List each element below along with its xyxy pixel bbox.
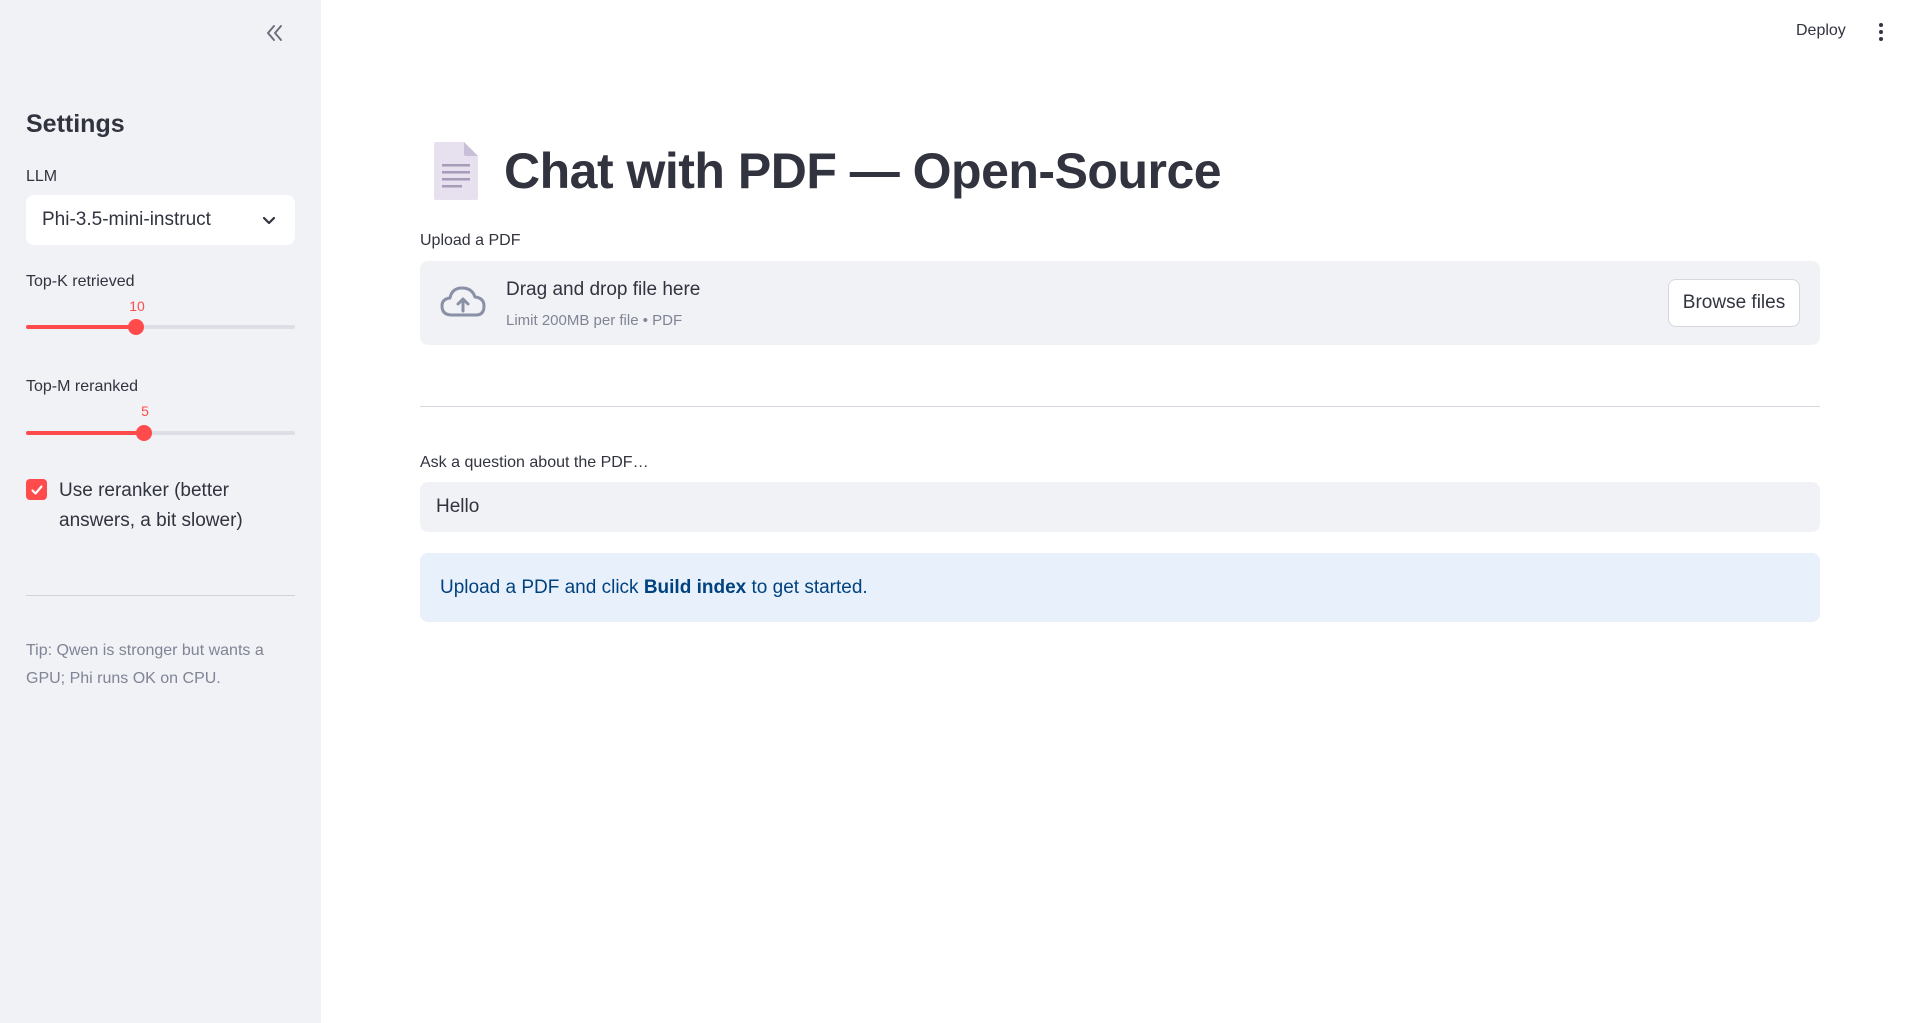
info-text-prefix: Upload a PDF and click [440,576,644,598]
question-label: Ask a question about the PDF… [420,454,649,471]
chevron-down-icon [262,216,276,225]
top-m-slider[interactable] [26,425,295,441]
sidebar: Settings LLM Phi-3.5-mini-instruct Top-K… [0,0,321,1023]
top-m-value: 5 [141,403,149,419]
main-divider [420,406,1820,407]
checkmark-icon [30,484,43,495]
question-input[interactable]: Hello [420,482,1820,532]
reranker-checkbox[interactable] [26,479,47,500]
cloud-upload-icon [440,286,486,317]
top-m-label: Top-M reranked [26,378,139,395]
top-m-slider-fill [26,431,145,435]
collapse-sidebar-button[interactable] [258,18,292,48]
top-k-slider[interactable] [26,319,295,335]
browse-files-button[interactable]: Browse files [1668,279,1800,327]
info-alert: Upload a PDF and click Build index to ge… [420,553,1820,622]
reranker-label: Use reranker (better answers, a bit slow… [59,480,243,531]
llm-select-value: Phi-3.5-mini-instruct [42,209,211,230]
top-k-label: Top-K retrieved [26,273,135,290]
llm-select[interactable]: Phi-3.5-mini-instruct [26,195,295,245]
llm-label: LLM [26,168,58,185]
deploy-button[interactable]: Deploy [1796,22,1846,40]
sidebar-tip: Tip: Qwen is stronger but wants a GPU; P… [26,642,264,687]
file-dropzone[interactable]: Drag and drop file here Limit 200MB per … [420,261,1820,345]
top-k-value: 10 [129,298,145,314]
dropzone-instructions: Drag and drop file here [506,279,701,300]
info-text-bold: Build index [643,576,747,598]
title-row: Chat with PDF — Open-Source [432,140,1222,202]
page-facing-up-icon [434,142,478,200]
double-chevron-left-icon [267,25,282,41]
top-m-slider-thumb[interactable] [136,425,153,441]
dropzone-limit: Limit 200MB per file • PDF [506,312,683,329]
top-k-slider-thumb[interactable] [128,319,145,335]
info-text-suffix: to get started. [746,576,868,598]
page-title: Chat with PDF — Open-Source [504,143,1222,199]
kebab-dot-icon [1879,23,1883,27]
kebab-dot-icon [1879,30,1883,34]
reranker-checkbox-row[interactable]: Use reranker (better answers, a bit slow… [26,476,279,536]
main-menu-button[interactable] [1873,20,1889,44]
sidebar-title: Settings [26,110,125,138]
sidebar-divider [26,595,295,596]
kebab-dot-icon [1879,37,1883,41]
upload-label: Upload a PDF [420,232,521,249]
top-k-slider-fill [26,325,137,329]
